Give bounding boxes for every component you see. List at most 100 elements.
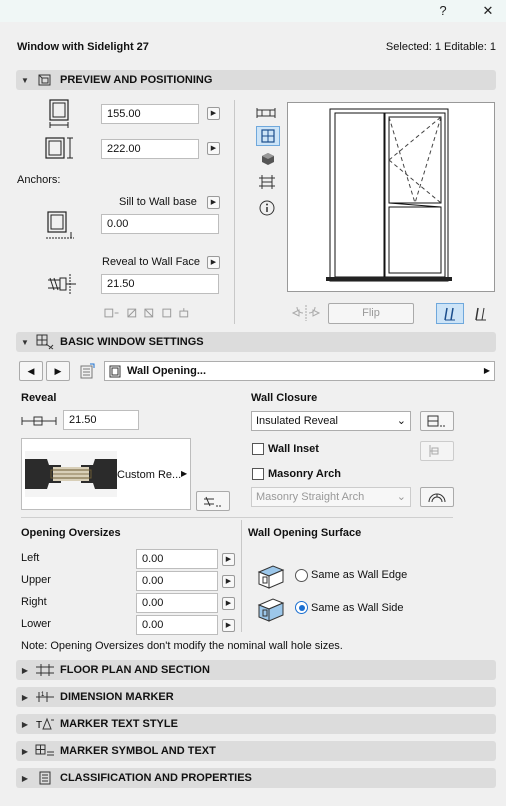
reveal-depth-field[interactable]: 21.50 — [63, 410, 139, 430]
expand-triangle-icon: ▶ — [21, 719, 29, 729]
section-preview-positioning[interactable]: ▼ PREVIEW AND POSITIONING — [16, 70, 496, 90]
masonry-arch-checkbox[interactable] — [252, 468, 264, 480]
opening-side-left-button[interactable] — [436, 303, 464, 324]
section-title: FLOOR PLAN AND SECTION — [60, 664, 210, 676]
anchor-option-icon[interactable] — [104, 307, 120, 319]
height-field[interactable]: 222.00 — [101, 139, 199, 159]
help-button[interactable]: ? — [433, 2, 453, 20]
width-icon — [44, 98, 74, 130]
preview-section-icon — [34, 72, 56, 88]
collapse-triangle-icon: ▼ — [21, 337, 29, 347]
section-title: PREVIEW AND POSITIONING — [60, 74, 213, 86]
reveal-type-selector[interactable]: Custom Re... ▶ — [21, 438, 191, 510]
same-as-wall-edge-label: Same as Wall Edge — [311, 569, 408, 581]
wall-inset-checkbox[interactable] — [252, 443, 264, 455]
3d-view-icon[interactable] — [257, 150, 279, 168]
selection-info: Selected: 1 Editable: 1 — [385, 41, 496, 53]
oversize-lower-field[interactable]: 0.00 — [136, 615, 218, 635]
wall-inset-settings-button[interactable] — [420, 441, 454, 461]
reveal-icon — [44, 270, 80, 298]
title-bar — [0, 0, 506, 22]
section-marker-text-style[interactable]: ▶ T MARKER TEXT STYLE — [16, 714, 496, 734]
panel-select[interactable]: Wall Opening... ▶ — [104, 361, 495, 381]
arrow-left-icon: ◀ — [27, 365, 35, 376]
oversize-left-arrow-button[interactable]: ▶ — [222, 553, 235, 566]
section-marker-symbol-and-text[interactable]: ▶ MARKER SYMBOL AND TEXT — [16, 741, 496, 761]
wall-inset-label: Wall Inset — [268, 443, 319, 455]
width-field[interactable]: 155.00 — [101, 104, 199, 124]
sill-arrow-button[interactable]: ▶ — [207, 196, 220, 209]
next-panel-button[interactable]: ▶ — [46, 361, 70, 381]
section-title: MARKER TEXT STYLE — [60, 718, 178, 730]
height-icon — [42, 134, 76, 164]
close-button[interactable]: ✕ — [478, 2, 498, 20]
section-title: BASIC WINDOW SETTINGS — [60, 336, 204, 348]
chevron-down-icon: ⌄ — [396, 415, 406, 427]
window-settings-icon — [34, 334, 56, 350]
oversize-lower-arrow-button[interactable]: ▶ — [222, 619, 235, 632]
oversize-right-field[interactable]: 0.00 — [136, 593, 218, 613]
section-basic-window-settings[interactable]: ▼ BASIC WINDOW SETTINGS — [16, 332, 496, 352]
opening-side-right-button[interactable] — [468, 303, 494, 324]
anchor-option-icon[interactable] — [178, 307, 190, 319]
width-arrow-button[interactable]: ▶ — [207, 107, 220, 120]
floor-plan-icon — [34, 662, 56, 678]
same-as-wall-edge-radio[interactable] — [295, 569, 308, 582]
reveal-type-label: Custom Re... — [117, 469, 182, 481]
wall-closure-value: Insulated Reveal — [256, 415, 338, 427]
sill-field[interactable]: 0.00 — [101, 214, 219, 234]
masonry-arch-label: Masonry Arch — [268, 468, 341, 480]
reveal-title: Reveal — [21, 392, 57, 404]
panel-list-icon[interactable] — [76, 361, 98, 381]
oversize-upper-label: Upper — [21, 574, 51, 586]
reveal-type-arrow-icon: ▶ — [181, 469, 188, 478]
flip-button[interactable]: Flip — [328, 303, 414, 324]
plan-view-icon[interactable] — [255, 104, 277, 122]
sill-icon — [44, 208, 78, 242]
wall-opening-icon — [109, 365, 121, 377]
wall-closure-select[interactable]: Insulated Reveal ⌄ — [251, 411, 411, 431]
anchor-options-row — [104, 307, 190, 319]
oversize-upper-field[interactable]: 0.00 — [136, 571, 218, 591]
oversize-right-arrow-button[interactable]: ▶ — [222, 597, 235, 610]
elevation-view-icon[interactable] — [256, 126, 280, 146]
section-view-icon[interactable] — [256, 172, 278, 192]
reveal-depth-icon — [20, 412, 60, 430]
oversize-left-field[interactable]: 0.00 — [136, 549, 218, 569]
svg-text:T: T — [36, 720, 42, 731]
anchors-label: Anchors: — [17, 174, 61, 186]
oversizes-title: Opening Oversizes — [21, 527, 121, 539]
previous-panel-button[interactable]: ◀ — [19, 361, 43, 381]
dropdown-arrow-icon: ▶ — [483, 366, 490, 375]
info-icon[interactable] — [257, 198, 277, 218]
anchor-option-icon[interactable] — [143, 307, 155, 319]
oversize-upper-arrow-button[interactable]: ▶ — [222, 575, 235, 588]
section-title: CLASSIFICATION AND PROPERTIES — [60, 772, 252, 784]
height-arrow-button[interactable]: ▶ — [207, 142, 220, 155]
element-title: Window with Sidelight 27 — [17, 41, 149, 53]
wall-closure-settings-button[interactable] — [420, 411, 454, 431]
same-as-wall-side-label: Same as Wall Side — [311, 602, 404, 614]
reveal-settings-button[interactable] — [196, 491, 230, 511]
masonry-arch-select[interactable]: Masonry Straight Arch ⌄ — [251, 487, 411, 507]
arrow-right-icon: ▶ — [54, 365, 62, 376]
anchor-option-icon[interactable] — [126, 307, 138, 319]
section-title: MARKER SYMBOL AND TEXT — [60, 745, 216, 757]
anchor-option-icon[interactable] — [161, 307, 173, 319]
dimension-marker-icon: 1 — [34, 689, 56, 705]
wall-edge-surface-icon — [254, 561, 288, 591]
reveal-field[interactable]: 21.50 — [101, 274, 219, 294]
panel-select-label: Wall Opening... — [127, 365, 207, 377]
masonry-arch-settings-button[interactable] — [420, 487, 454, 507]
section-dimension-marker[interactable]: ▶ 1 DIMENSION MARKER — [16, 687, 496, 707]
oversize-lower-label: Lower — [21, 618, 51, 630]
expand-triangle-icon: ▶ — [21, 746, 29, 756]
section-classification-and-properties[interactable]: ▶ CLASSIFICATION AND PROPERTIES — [16, 768, 496, 788]
reveal-arrow-button[interactable]: ▶ — [207, 256, 220, 269]
preview-canvas — [287, 102, 495, 292]
same-as-wall-side-radio[interactable] — [295, 601, 308, 614]
mirror-icon[interactable] — [288, 302, 324, 324]
reveal-to-wall-face-label: Reveal to Wall Face — [102, 256, 201, 268]
section-floor-plan-and-section[interactable]: ▶ FLOOR PLAN AND SECTION — [16, 660, 496, 680]
oversizes-divider — [241, 520, 242, 632]
